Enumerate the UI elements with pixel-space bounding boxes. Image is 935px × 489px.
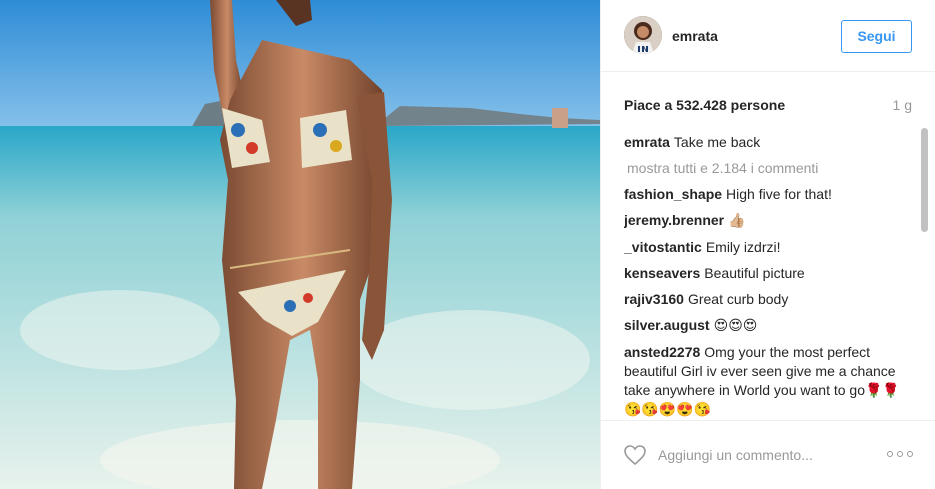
username-link[interactable]: emrata bbox=[672, 28, 718, 44]
comment-username[interactable]: fashion_shape bbox=[624, 186, 722, 202]
comment-username[interactable]: emrata bbox=[624, 134, 670, 150]
scrollbar-thumb[interactable] bbox=[921, 128, 928, 232]
caption: emrata Take me back bbox=[624, 133, 914, 152]
list-item: silver.august 😍😍😍 bbox=[624, 316, 914, 336]
comment-username[interactable]: jeremy.brenner bbox=[624, 212, 724, 228]
likes-count[interactable]: Piace a 532.428 persone bbox=[624, 97, 785, 113]
comment-input[interactable] bbox=[658, 443, 868, 467]
post-age[interactable]: 1 g bbox=[893, 97, 912, 113]
list-item: _vitostantic Emily izdrzi! bbox=[624, 238, 914, 257]
list-item: rajiv3160 Great curb body bbox=[624, 290, 914, 309]
post-header: emrata Segui bbox=[601, 0, 935, 72]
comment-username[interactable]: ansted2278 bbox=[624, 344, 700, 360]
comment-text: Emily izdrzi! bbox=[705, 239, 781, 255]
comments-scrollbar[interactable] bbox=[921, 125, 928, 421]
comment-text: 😍😍😍 bbox=[713, 318, 758, 334]
list-item: kenseavers Beautiful picture bbox=[624, 264, 914, 283]
comments-list[interactable]: emrata Take me back mostra tutti e 2.184 … bbox=[624, 133, 914, 419]
comment-username[interactable]: kenseavers bbox=[624, 265, 700, 281]
post-sidebar: emrata Segui Piace a 532.428 persone 1 g… bbox=[600, 0, 935, 489]
list-item: fashion_shape High five for that! bbox=[624, 185, 914, 204]
comment-text: Beautiful picture bbox=[704, 265, 805, 281]
likes-row: Piace a 532.428 persone 1 g bbox=[624, 97, 912, 113]
list-item: jeremy.brenner 👍🏼 bbox=[624, 211, 914, 231]
avatar-image bbox=[624, 16, 662, 54]
post-photo[interactable] bbox=[0, 0, 600, 489]
more-options-icon[interactable] bbox=[887, 451, 913, 459]
comment-text: High five for that! bbox=[726, 186, 832, 202]
comment-text: Take me back bbox=[673, 134, 761, 150]
dot bbox=[887, 451, 893, 457]
comment-text: Great curb body bbox=[687, 291, 789, 307]
avatar-icon[interactable] bbox=[624, 16, 662, 54]
beach-photo bbox=[0, 0, 600, 489]
list-item: ansted2278 Omg your the most perfect beau… bbox=[624, 343, 914, 419]
follow-button[interactable]: Segui bbox=[841, 20, 912, 53]
comment-username[interactable]: rajiv3160 bbox=[624, 291, 684, 307]
instagram-post: emrata Segui Piace a 532.428 persone 1 g… bbox=[0, 0, 935, 489]
comment-text: 👍🏼 bbox=[728, 213, 746, 229]
heart-icon[interactable] bbox=[623, 443, 647, 467]
show-all-comments-link[interactable]: mostra tutti e 2.184 i commenti bbox=[627, 159, 914, 178]
dot bbox=[897, 451, 903, 457]
dot bbox=[907, 451, 913, 457]
comment-bar bbox=[601, 420, 935, 489]
comment-username[interactable]: silver.august bbox=[624, 317, 710, 333]
comment-username[interactable]: _vitostantic bbox=[624, 239, 702, 255]
